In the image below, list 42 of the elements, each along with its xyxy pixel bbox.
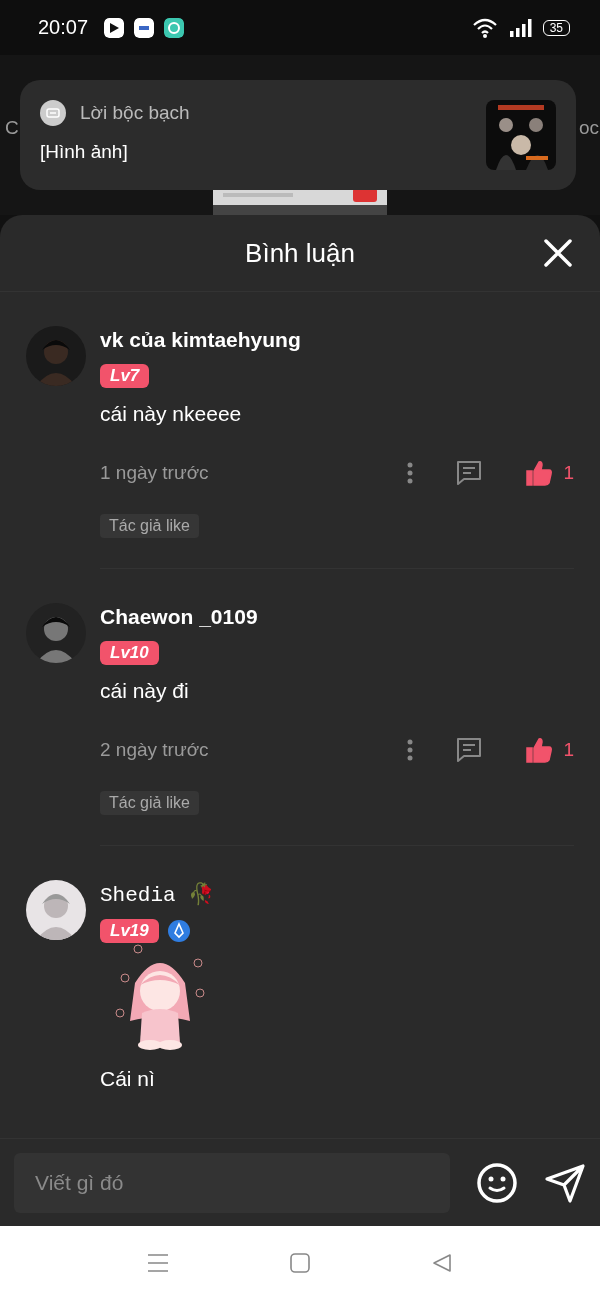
comment-time: 1 ngày trước xyxy=(100,462,210,484)
more-icon[interactable] xyxy=(407,462,414,484)
reply-icon[interactable] xyxy=(455,460,484,486)
comment-input[interactable]: Viết gì đó xyxy=(14,1152,450,1213)
thumbs-up-icon xyxy=(525,460,554,486)
level-badge: Lv7 xyxy=(100,364,150,388)
menu-icon[interactable] xyxy=(147,1253,169,1273)
message-icon xyxy=(40,100,66,126)
close-icon[interactable] xyxy=(542,237,574,269)
send-icon[interactable] xyxy=(544,1161,586,1204)
notification-card[interactable]: Lời bộc bạch [Hình ảnh] xyxy=(20,80,576,190)
author-name[interactable]: Shedia 🥀 xyxy=(100,882,215,907)
sheet-title: Bình luận xyxy=(245,237,355,269)
like-button[interactable]: 1 xyxy=(525,737,574,763)
more-icon[interactable] xyxy=(407,739,414,761)
chat-icon xyxy=(164,17,185,38)
play-icon xyxy=(104,17,125,38)
wifi-icon xyxy=(472,17,499,38)
author-name[interactable]: vk của kimtaehyung xyxy=(100,328,301,352)
comment-text: Cái nì xyxy=(100,1067,155,1091)
app-icon xyxy=(134,17,155,38)
level-badge: Lv19 xyxy=(100,919,159,943)
comment-text: cái này nkeeee xyxy=(100,402,242,426)
battery-level: 35 xyxy=(542,19,570,36)
comment-time: 2 ngày trước xyxy=(100,739,210,761)
comment-text: cái này đi xyxy=(100,679,189,703)
thumbs-up-icon xyxy=(525,737,554,763)
home-icon[interactable] xyxy=(289,1252,311,1274)
signal-icon xyxy=(508,17,533,38)
author-like-tag: Tác giả like xyxy=(100,791,199,815)
emoji-icon[interactable] xyxy=(476,1161,518,1204)
level-badge: Lv10 xyxy=(100,641,159,665)
status-time: 20:07 xyxy=(38,16,89,39)
author-name[interactable]: Chaewon _0109 xyxy=(100,605,258,629)
back-icon[interactable] xyxy=(431,1252,453,1274)
notification-title: Lời bộc bạch xyxy=(80,102,190,124)
reply-icon[interactable] xyxy=(455,737,484,763)
background-text: C xyxy=(5,117,19,139)
like-button[interactable]: 1 xyxy=(525,460,574,486)
author-like-tag: Tác giả like xyxy=(100,514,199,538)
notification-text: [Hình ảnh] xyxy=(40,141,129,163)
background-text: oc xyxy=(578,117,599,139)
